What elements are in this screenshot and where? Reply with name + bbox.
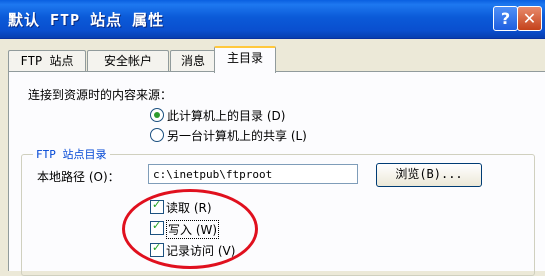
tab-security-accounts[interactable]: 安全帐户 [87, 50, 169, 71]
local-path-label: 本地路径 (O)： [37, 170, 120, 184]
help-button[interactable]: ? [493, 6, 518, 31]
radio-network-share-label[interactable]: 另一台计算机上的共享 (L) [167, 127, 307, 144]
window-title: 默认 FTP 站点 属性 [8, 11, 165, 29]
group-title: FTP 站点目录 [33, 146, 110, 162]
tab-home-directory[interactable]: 主目录 [214, 46, 276, 73]
source-label: 连接到资源时的内容来源： [28, 88, 173, 102]
browse-button[interactable]: 浏览(B)... [376, 163, 482, 187]
close-button[interactable]: ✕ [517, 6, 542, 31]
highlight-annotation [122, 189, 258, 269]
radio-network-share[interactable] [150, 128, 164, 142]
radio-local-directory[interactable] [150, 108, 164, 122]
tab-messages[interactable]: 消息 [170, 50, 216, 71]
radio-local-directory-label[interactable]: 此计算机上的目录 (D) [167, 107, 285, 124]
local-path-input[interactable]: c:\inetpub\ftproot [148, 164, 358, 184]
tab-ftp-site[interactable]: FTP 站点 [8, 50, 86, 71]
title-bar[interactable]: 默认 FTP 站点 属性 ? ✕ [0, 0, 545, 39]
